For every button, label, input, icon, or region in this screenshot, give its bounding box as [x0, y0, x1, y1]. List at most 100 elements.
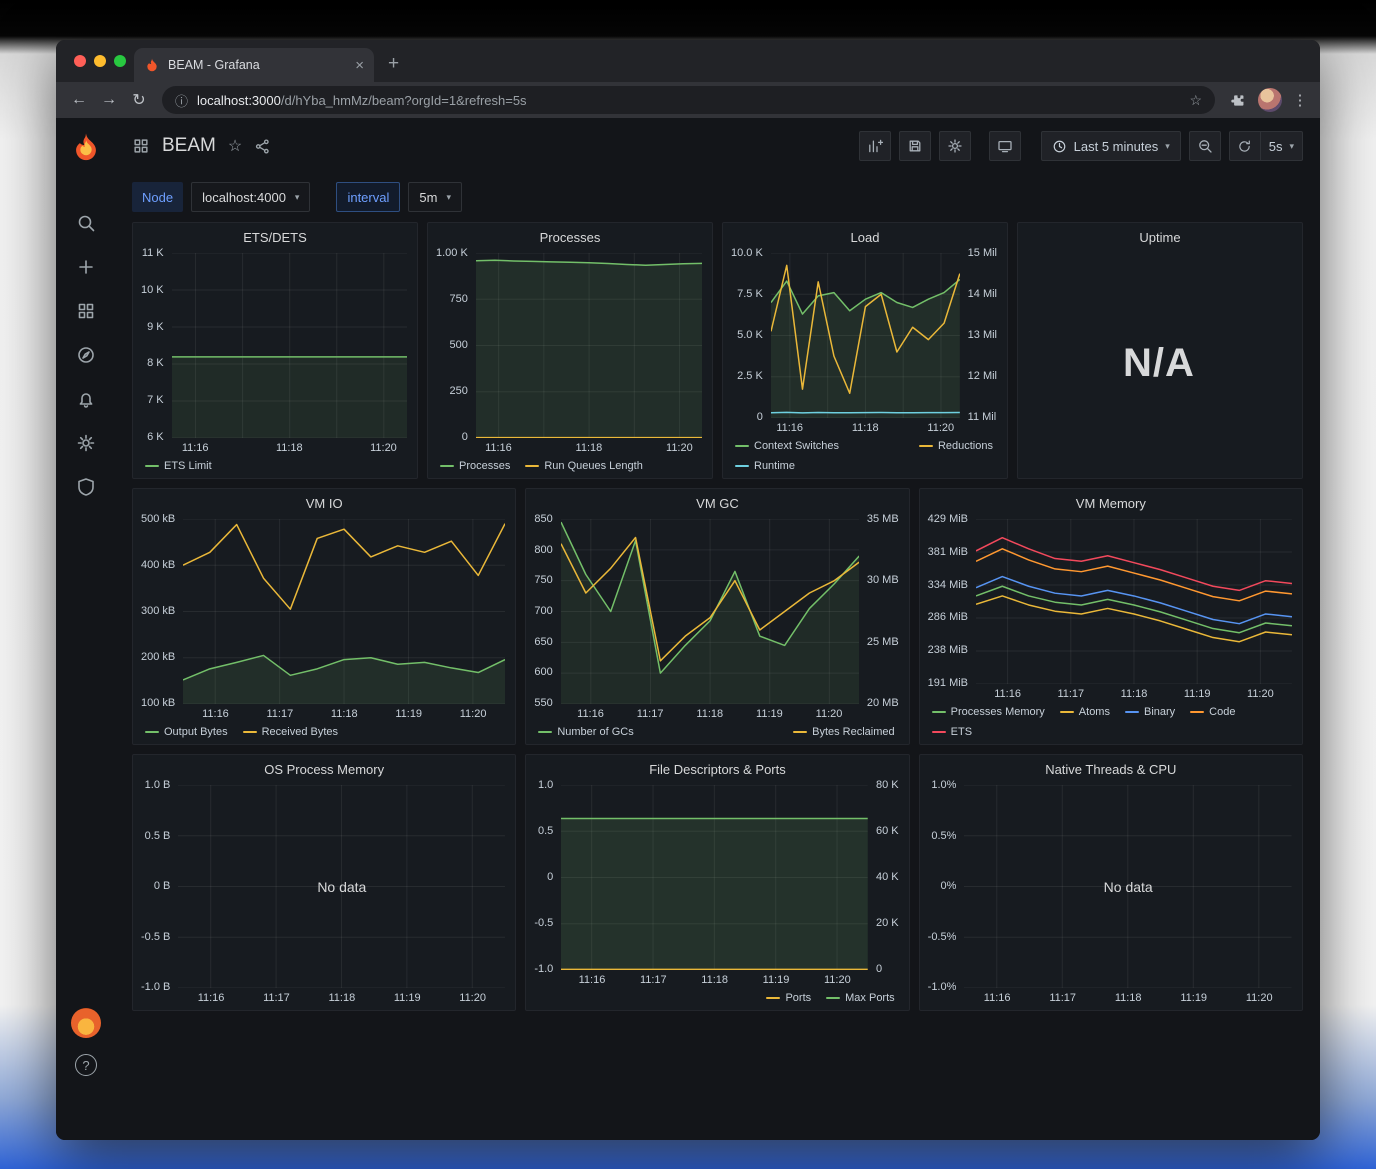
x-tick: 11:17: [639, 974, 667, 986]
stat-value: N/A: [1123, 341, 1195, 385]
y-tick: 250: [449, 385, 468, 397]
legend-item[interactable]: Runtime: [735, 460, 795, 472]
forward-button[interactable]: →: [96, 91, 122, 109]
x-tick: 11:16: [983, 992, 1011, 1004]
legend-item[interactable]: ETS Limit: [145, 460, 212, 472]
variable-label-interval: interval: [336, 182, 401, 212]
panel-body: 11 K 10 K 9 K 8 K 7 K 6 K 11:16 11:18 11:20 ETS L…: [133, 248, 417, 478]
chart-plot[interactable]: [475, 253, 702, 438]
panel-title[interactable]: Processes: [428, 223, 712, 251]
chart-area: 429 MiB 381 MiB 334 MiB 286 MiB 238 MiB 191 M…: [928, 514, 1292, 702]
alerting-bell-icon[interactable]: [76, 388, 97, 409]
profile-avatar[interactable]: [1258, 88, 1282, 112]
y-tick: 1.0 B: [144, 779, 171, 791]
grafana-logo[interactable]: [69, 130, 103, 164]
legend-swatch: [525, 465, 540, 467]
x-axis: 11:16 11:17 11:18 11:19 11:20: [964, 988, 1292, 1006]
chart-plot[interactable]: [560, 519, 859, 704]
create-plus-icon[interactable]: [76, 256, 97, 277]
explore-compass-icon[interactable]: [76, 344, 97, 365]
chart-plot[interactable]: [976, 519, 1292, 684]
legend-item[interactable]: Processes Memory: [931, 706, 1045, 718]
panel-body: 429 MiB 381 MiB 334 MiB 286 MiB 238 MiB 191 M…: [920, 514, 1302, 744]
panel-title[interactable]: VM GC: [526, 489, 908, 517]
panel-legend: ETS Limit: [141, 456, 407, 474]
legend-item[interactable]: Run Queues Length: [525, 460, 643, 472]
panel-body: 500 kB 400 kB 300 kB 200 kB 100 kB 11:16 11:17…: [133, 514, 515, 744]
server-admin-shield-icon[interactable]: [76, 476, 97, 497]
help-icon[interactable]: ?: [75, 1054, 97, 1076]
zoom-out-button[interactable]: [1188, 131, 1221, 161]
chart-plot[interactable]: No data: [178, 785, 505, 988]
panel-title[interactable]: File Descriptors & Ports: [526, 755, 908, 783]
dashboard-settings-button[interactable]: [938, 131, 971, 161]
new-tab-button[interactable]: +: [388, 53, 399, 75]
reload-button[interactable]: ↻: [126, 90, 152, 110]
user-avatar[interactable]: [71, 1008, 101, 1038]
legend-item[interactable]: Context Switches: [735, 440, 839, 452]
legend-swatch: [242, 731, 257, 733]
variable-value-interval: 5m: [419, 189, 438, 205]
legend-item[interactable]: Output Bytes: [145, 726, 228, 738]
legend-label: ETS: [950, 726, 973, 738]
panel-title[interactable]: Load: [723, 223, 1007, 251]
minimize-window-button[interactable]: [94, 55, 106, 67]
legend-item[interactable]: Bytes Reclaimed: [793, 726, 895, 738]
browser-menu-icon[interactable]: ⋮: [1290, 91, 1310, 109]
refresh-interval-dropdown[interactable]: 5s ▾: [1260, 131, 1303, 161]
legend-swatch: [145, 465, 159, 467]
legend-item[interactable]: ETS: [931, 726, 973, 738]
cycle-view-mode-button[interactable]: [988, 131, 1021, 161]
chart-plot[interactable]: No data: [964, 785, 1292, 988]
legend-item[interactable]: Processes: [440, 460, 510, 472]
y-tick: 550: [534, 696, 553, 709]
refresh-button[interactable]: [1228, 131, 1261, 161]
tab-close-icon[interactable]: ×: [355, 57, 364, 74]
time-range-picker[interactable]: Last 5 minutes ▾: [1040, 131, 1181, 161]
chart-plot[interactable]: [770, 253, 960, 418]
save-dashboard-button[interactable]: [898, 131, 931, 161]
legend-swatch: [1190, 711, 1205, 713]
favorite-star-icon[interactable]: ☆: [228, 136, 242, 156]
back-button[interactable]: ←: [66, 91, 92, 109]
x-tick: 11:18: [575, 442, 603, 454]
browser-tab[interactable]: BEAM - Grafana ×: [134, 48, 374, 82]
configuration-gear-icon[interactable]: [76, 432, 97, 453]
panel-vm-io: VM IO 500 kB 400 kB 300 kB 200 kB 100 kB 11:1…: [132, 488, 517, 745]
variable-dropdown-interval[interactable]: 5m ▾: [408, 182, 462, 212]
panel-title[interactable]: Native Threads & CPU: [920, 755, 1302, 783]
panel-title[interactable]: VM Memory: [920, 489, 1302, 517]
address-bar[interactable]: ⓘ localhost:3000/d/hYba_hmMz/beam?orgId=…: [162, 86, 1215, 114]
x-tick: 11:18: [851, 422, 879, 434]
chart-plot[interactable]: [561, 785, 869, 970]
maximize-window-button[interactable]: [114, 55, 126, 67]
legend-item[interactable]: Binary: [1124, 706, 1175, 718]
legend-item[interactable]: Atoms: [1059, 706, 1110, 718]
add-panel-button[interactable]: [858, 131, 891, 161]
legend-item[interactable]: Code: [1190, 706, 1235, 718]
dashboards-icon[interactable]: [76, 300, 97, 321]
panel-legend: Processes Memory Atoms Binary Code ETS: [928, 702, 1292, 740]
panel-legend: Context Switches Reductions Runtime: [731, 436, 997, 474]
site-info-icon[interactable]: ⓘ: [175, 91, 188, 110]
chart-plot[interactable]: [183, 519, 506, 704]
search-icon[interactable]: [76, 212, 97, 233]
legend-item[interactable]: Ports: [766, 992, 811, 1004]
legend-item[interactable]: Number of GCs: [538, 726, 634, 738]
dashboard-row-2: VM IO 500 kB 400 kB 300 kB 200 kB 100 kB 11:1…: [132, 488, 1303, 745]
variable-dropdown-node[interactable]: localhost:4000 ▾: [191, 182, 311, 212]
panel-title[interactable]: OS Process Memory: [133, 755, 515, 783]
close-window-button[interactable]: [74, 55, 86, 67]
bookmark-star-icon[interactable]: ☆: [1189, 92, 1202, 109]
panel-title[interactable]: Uptime: [1018, 223, 1302, 251]
chevron-down-icon: ▾: [1165, 140, 1170, 151]
legend-item[interactable]: Max Ports: [826, 992, 895, 1004]
share-icon[interactable]: [254, 138, 271, 155]
extensions-puzzle-icon[interactable]: [1225, 92, 1250, 109]
legend-item[interactable]: Received Bytes: [242, 726, 338, 738]
legend-item[interactable]: Reductions: [918, 440, 993, 452]
chart-plot[interactable]: [171, 253, 407, 438]
dashboard-title[interactable]: BEAM: [162, 135, 216, 157]
panel-title[interactable]: VM IO: [133, 489, 515, 517]
panel-title[interactable]: ETS/DETS: [133, 223, 417, 251]
